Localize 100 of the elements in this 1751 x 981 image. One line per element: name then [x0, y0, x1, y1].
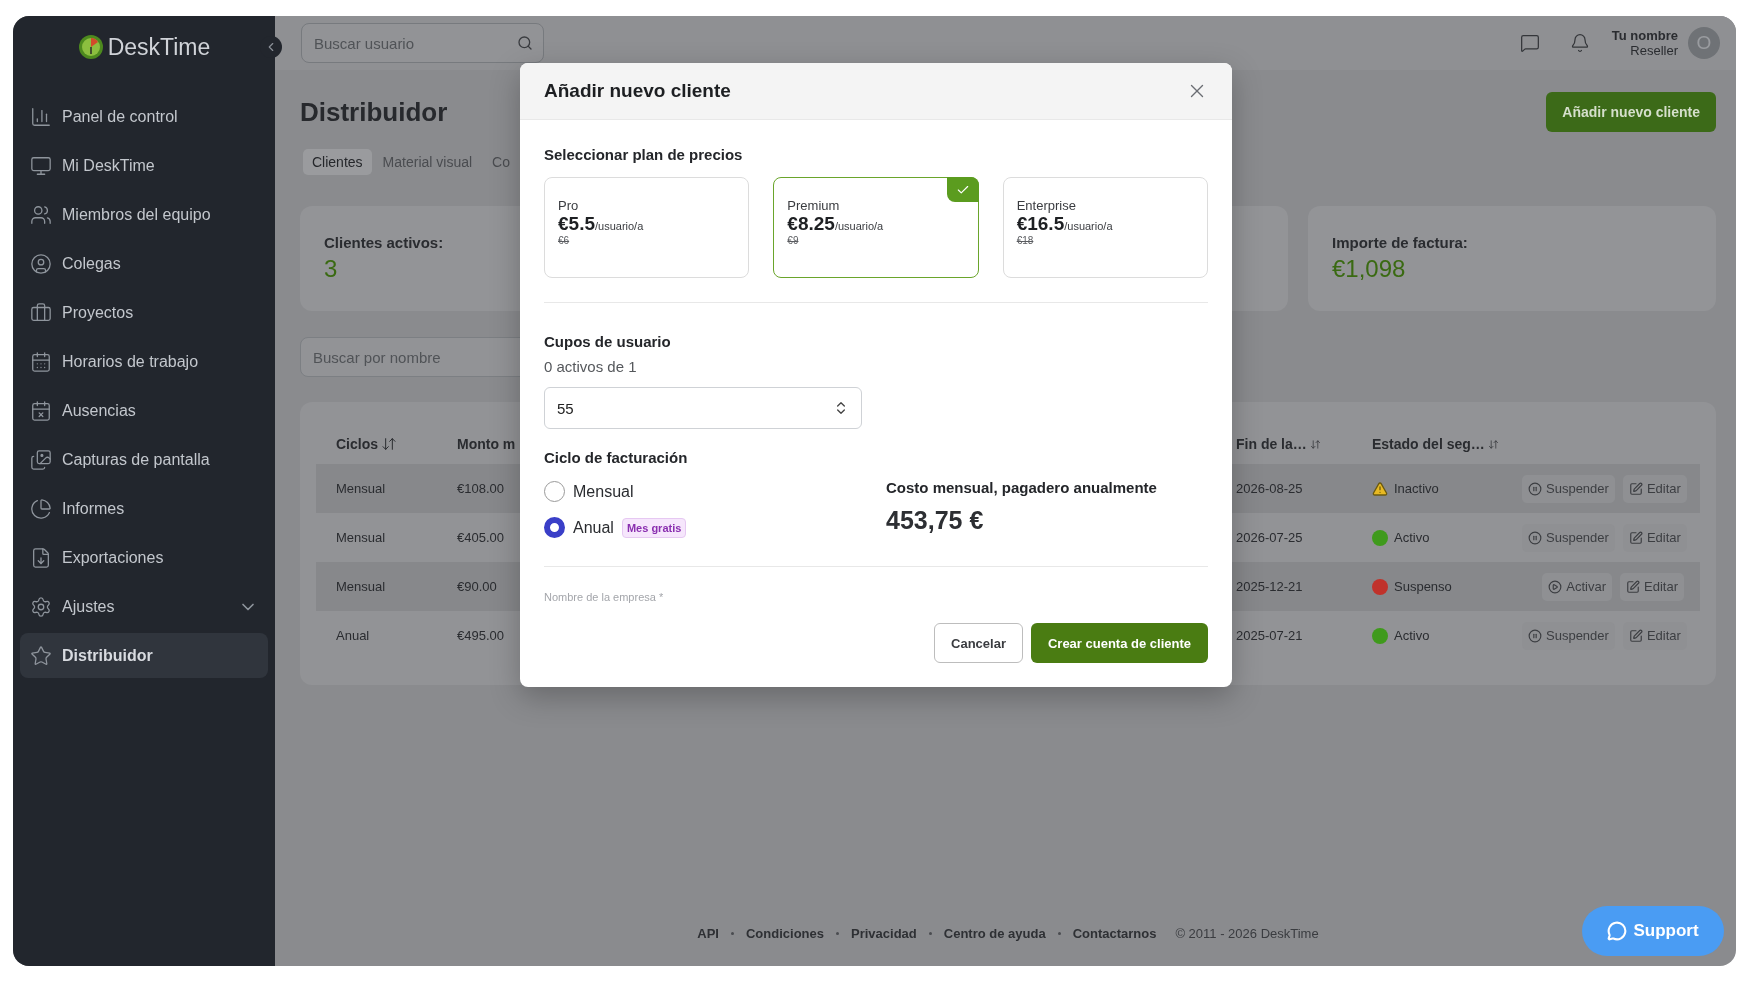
column-header[interactable]: Monto m: [437, 436, 520, 452]
pause-icon: [1528, 530, 1542, 545]
edit-icon: [1626, 579, 1641, 594]
chat-bubble-icon: [1607, 921, 1628, 941]
table-cell-text: €405.00: [456, 530, 505, 545]
sidebar-item[interactable]: Capturas de pantalla: [20, 437, 268, 482]
field-label: Nombre de la empresa *: [544, 591, 664, 603]
nav-icon: [30, 546, 52, 569]
chat-icon[interactable]: [1519, 33, 1540, 53]
sidebar-item[interactable]: Ausencias: [20, 388, 268, 433]
footer-link[interactable]: Centro de ayuda: [943, 926, 1046, 941]
plan-price: €5.5/usuario/a: [558, 213, 645, 235]
status-label: Suspenso: [1394, 579, 1452, 594]
create-account-button[interactable]: Crear cuenta de cliente: [1030, 623, 1208, 663]
plan-card[interactable]: Premium €8.25/usuario/a €9: [773, 177, 979, 278]
sort-icon[interactable]: [1309, 438, 1321, 450]
sidebar-item[interactable]: Informes: [20, 486, 268, 531]
sidebar-item[interactable]: Horarios de trabajo: [20, 339, 268, 384]
cancel-button[interactable]: Cancelar: [934, 623, 1023, 663]
user-name: Tu nombre: [1611, 28, 1678, 43]
table-cell-text: €90.00: [456, 579, 498, 594]
sidebar-item[interactable]: Mi DeskTime: [20, 143, 268, 188]
clock-logo-icon: [77, 34, 104, 60]
nav-icon: [30, 203, 52, 226]
footer-link[interactable]: Contactarnos: [1072, 926, 1157, 941]
plan-card[interactable]: Pro €5.5/usuario/a €6: [544, 177, 750, 278]
seats-hint: 0 activos de 1: [544, 358, 638, 375]
footer-link[interactable]: Condiciones: [746, 926, 824, 941]
pause-icon: [1528, 481, 1542, 496]
nav-icon: [30, 448, 52, 471]
table-cell-text: €495.00: [456, 628, 505, 643]
search-icon[interactable]: [517, 35, 533, 51]
action-button[interactable]: Suspender: [1522, 474, 1615, 503]
column-header[interactable]: Fin de la…: [1236, 436, 1352, 452]
section-label: Ciclo de facturación: [544, 449, 689, 466]
tab[interactable]: Material visual: [373, 149, 482, 175]
nav-icon: [30, 644, 52, 667]
stat-label: Clientes activos:: [324, 234, 444, 251]
table-cell-text: Mensual: [335, 579, 387, 594]
status-label: Activo: [1394, 530, 1430, 545]
status-label: Inactivo: [1394, 481, 1439, 496]
support-button[interactable]: Support: [1582, 906, 1724, 956]
cost-label: Costo mensual, pagadero anualmente: [886, 479, 1158, 496]
status-label: Activo: [1394, 628, 1430, 643]
edit-icon: [1628, 628, 1643, 643]
table-cell-text: Mensual: [335, 481, 387, 496]
seats-input[interactable]: 55: [544, 387, 862, 429]
plan-name: Premium: [787, 198, 841, 213]
sidebar-item[interactable]: Exportaciones: [20, 535, 268, 580]
edit-icon: [1628, 530, 1643, 545]
action-button[interactable]: Activar: [1542, 572, 1613, 601]
sidebar-item[interactable]: Miembros del equipo: [20, 192, 268, 237]
footer-link[interactable]: API: [697, 926, 719, 941]
table-cell-text: 2025-07-21: [1236, 628, 1304, 643]
pause-icon: [1528, 628, 1542, 643]
sidebar-item[interactable]: Proyectos: [20, 290, 268, 335]
footer-link[interactable]: Privacidad: [851, 926, 917, 941]
logo-text: DeskTime: [107, 33, 211, 61]
nav-icon: [30, 350, 52, 373]
nav-icon: [30, 497, 52, 520]
play-icon: [1548, 579, 1563, 594]
sidebar-item[interactable]: Colegas: [20, 241, 268, 286]
action-button[interactable]: Suspender: [1522, 523, 1615, 552]
copyright: © 2011 - 2026 DeskTime: [1175, 926, 1319, 941]
promo-badge: Mes gratis: [621, 517, 687, 538]
plan-price: €8.25/usuario/a: [787, 213, 885, 235]
table-cell-text: 2026-08-25: [1236, 481, 1304, 496]
sort-icon[interactable]: [1487, 438, 1499, 450]
radio-button[interactable]: [544, 517, 565, 538]
section-label: Seleccionar plan de precios: [544, 146, 744, 163]
table-cell-text: 2026-07-25: [1236, 530, 1304, 545]
sidebar-item[interactable]: Ajustes: [20, 584, 268, 629]
section-label: Cupos de usuario: [544, 333, 672, 350]
column-header[interactable]: Ciclos: [316, 436, 437, 452]
old-price: €6: [558, 235, 571, 246]
table-cell-text: 2025-12-21: [1236, 579, 1304, 594]
plan-price: €16.5/usuario/a: [1016, 213, 1114, 235]
bell-icon[interactable]: [1569, 33, 1590, 53]
old-price: €9: [787, 235, 800, 246]
radio-label: Mensual: [573, 482, 634, 501]
table-cell-text: Anual: [335, 628, 371, 643]
nav-icon: [30, 595, 52, 618]
tab[interactable]: Clientes: [303, 149, 372, 175]
action-button[interactable]: Suspender: [1522, 621, 1615, 650]
action-button[interactable]: Editar: [1620, 572, 1684, 601]
nav-icon: [30, 252, 52, 275]
stat-value: €1,098: [1332, 255, 1406, 283]
tab[interactable]: Co: [483, 149, 519, 175]
sidebar-item[interactable]: Panel de control: [20, 94, 268, 139]
search-field[interactable]: Buscar usuario: [301, 23, 544, 63]
cost-value: 453,75 €: [886, 506, 985, 535]
add-client-button[interactable]: Añadir nuevo cliente: [1546, 92, 1716, 132]
action-button[interactable]: Editar: [1622, 474, 1687, 503]
user-role: Reseller: [1630, 43, 1678, 58]
sidebar-item[interactable]: Distribuidor: [20, 633, 268, 678]
plan-card[interactable]: Enterprise €16.5/usuario/a €18: [1002, 177, 1208, 278]
sort-icon[interactable]: [381, 436, 397, 452]
column-header[interactable]: Estado del seg…: [1352, 436, 1522, 452]
nav-icon: [30, 399, 52, 422]
dialog-title: Añadir nuevo cliente: [544, 80, 731, 102]
